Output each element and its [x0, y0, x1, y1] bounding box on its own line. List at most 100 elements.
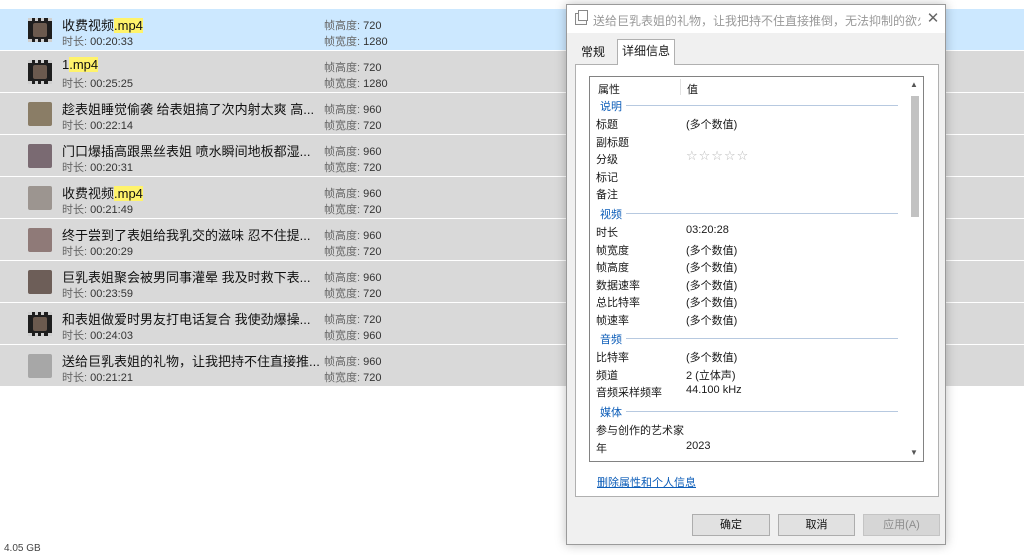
- scroll-down-icon[interactable]: ▼: [910, 448, 918, 457]
- file-frame-height: 帧高度: 960: [324, 143, 381, 159]
- file-frame-width: 帧宽度: 720: [324, 201, 381, 217]
- video-file-icon: [28, 18, 52, 42]
- prop-length-value: 03:20:28: [686, 224, 729, 236]
- file-duration-value: 00:24:03: [90, 330, 133, 342]
- file-frame-height-label: 帧高度:: [324, 188, 361, 200]
- file-frame-width-value: 720: [363, 246, 382, 258]
- file-duration-value: 00:20:31: [90, 162, 133, 174]
- file-frame-height: 帧高度: 960: [324, 269, 381, 285]
- prop-tags: 标记: [596, 172, 618, 184]
- file-name-text: 终于尝到了表姐给我乳交的滋味 忍不住提...: [62, 228, 311, 243]
- prop-contributing-artists: 参与创作的艺术家: [596, 425, 684, 437]
- file-frame-height: 帧高度: 720: [324, 311, 381, 327]
- tab-general[interactable]: 常规: [575, 42, 611, 64]
- file-frame-width: 帧宽度: 1280: [324, 75, 388, 91]
- prop-data-rate-value: (多个数值): [686, 280, 738, 292]
- cancel-button[interactable]: 取消: [778, 514, 855, 536]
- file-name-text: 和表姐做爱时男友打电话复合 我使劲爆操...: [62, 312, 311, 327]
- status-total-size: 4.05 GB: [4, 543, 41, 554]
- file-frame-width-label: 帧宽度:: [324, 372, 361, 384]
- file-frame-height-value: 960: [363, 272, 382, 284]
- file-frame-width-value: 720: [363, 288, 382, 300]
- rating-stars[interactable]: ☆☆☆☆☆: [686, 148, 749, 164]
- column-property[interactable]: 属性: [598, 81, 620, 97]
- prop-comments: 备注: [596, 189, 618, 201]
- file-duration-label: 时长:: [62, 204, 88, 216]
- file-frame-width-label: 帧宽度:: [324, 162, 361, 174]
- details-panel: 属性 值 ▲ ▼ 说明 标题 (多个数值) 副标题 分级 ☆☆☆☆☆ 标记 备注…: [575, 64, 939, 497]
- file-duration-label: 时长:: [62, 78, 88, 90]
- prop-rating: 分级: [596, 154, 618, 166]
- file-frame-height-value: 720: [363, 62, 382, 74]
- file-frame-width-value: 720: [363, 120, 382, 132]
- column-value[interactable]: 值: [687, 81, 698, 97]
- prop-length: 时长: [596, 227, 618, 239]
- file-name: 送给巨乳表姐的礼物，让我把持不住直接推...: [62, 351, 320, 370]
- file-frame-width: 帧宽度: 720: [324, 369, 381, 385]
- prop-channels-value: 2 (立体声): [686, 370, 736, 382]
- file-name-text: 趁表姐睡觉偷袭 给表姐搞了次内射太爽 高...: [62, 102, 315, 117]
- prop-sample-rate-value: 44.100 kHz: [686, 384, 742, 396]
- file-frame-width: 帧宽度: 1280: [324, 33, 388, 49]
- file-frame-height-value: 960: [363, 188, 382, 200]
- file-duration-value: 00:20:33: [90, 36, 133, 48]
- search-highlight: .mp4: [114, 186, 143, 201]
- copy-icon: [575, 10, 588, 25]
- prop-frame-rate: 帧速率: [596, 315, 629, 327]
- file-duration-label: 时长:: [62, 246, 88, 258]
- file-duration: 时长: 00:22:14: [62, 117, 133, 133]
- file-duration: 时长: 00:21:49: [62, 201, 133, 217]
- file-frame-height: 帧高度: 960: [324, 185, 381, 201]
- group-divider: [626, 338, 898, 339]
- file-duration-value: 00:23:59: [90, 288, 133, 300]
- video-thumbnail: [28, 354, 52, 378]
- file-duration: 时长: 00:20:31: [62, 159, 133, 175]
- scroll-up-icon[interactable]: ▲: [910, 80, 918, 89]
- file-duration-label: 时长:: [62, 372, 88, 384]
- scrollbar-thumb[interactable]: [911, 96, 919, 217]
- file-duration-label: 时长:: [62, 288, 88, 300]
- column-header: 属性 值: [590, 77, 923, 97]
- search-highlight: .mp4: [114, 18, 143, 33]
- file-frame-height: 帧高度: 720: [324, 17, 381, 33]
- file-frame-width: 帧宽度: 960: [324, 327, 381, 343]
- file-duration-value: 00:20:29: [90, 246, 133, 258]
- group-divider: [626, 411, 898, 412]
- file-frame-height: 帧高度: 960: [324, 353, 381, 369]
- group-divider: [626, 213, 898, 214]
- prop-frame-height-value: (多个数值): [686, 262, 738, 274]
- file-name: 终于尝到了表姐给我乳交的滋味 忍不住提...: [62, 225, 310, 244]
- file-frame-height-label: 帧高度:: [324, 272, 361, 284]
- video-thumbnail: [28, 228, 52, 252]
- remove-properties-link[interactable]: 删除属性和个人信息: [597, 474, 696, 490]
- file-name-text: 收费视频: [62, 186, 115, 201]
- tab-details[interactable]: 详细信息: [617, 39, 675, 65]
- close-button[interactable]: ✕: [923, 9, 943, 29]
- group-description: 说明: [600, 101, 622, 113]
- prop-data-rate: 数据速率: [596, 280, 640, 292]
- file-frame-height-value: 960: [363, 230, 382, 242]
- file-frame-height-label: 帧高度:: [324, 62, 361, 74]
- file-frame-width: 帧宽度: 720: [324, 285, 381, 301]
- file-frame-width-label: 帧宽度:: [324, 330, 361, 342]
- file-name: 收费视频.mp4: [62, 15, 143, 34]
- prop-year-value[interactable]: 2023: [686, 440, 710, 452]
- prop-frame-width-value: (多个数值): [686, 245, 738, 257]
- property-list[interactable]: 属性 值 ▲ ▼ 说明 标题 (多个数值) 副标题 分级 ☆☆☆☆☆ 标记 备注…: [589, 76, 924, 462]
- file-duration-value: 00:25:25: [90, 78, 133, 90]
- column-divider[interactable]: [680, 79, 681, 95]
- file-frame-width-value: 720: [363, 204, 382, 216]
- file-frame-width-value: 720: [363, 372, 382, 384]
- apply-button[interactable]: 应用(A): [863, 514, 940, 536]
- file-name-text: 巨乳表姐聚会被男同事灌晕 我及时救下表...: [62, 270, 311, 285]
- file-duration: 时长: 00:20:33: [62, 33, 133, 49]
- prop-title-value[interactable]: (多个数值): [686, 116, 737, 132]
- video-thumbnail: [28, 144, 52, 168]
- ok-button[interactable]: 确定: [692, 514, 770, 536]
- file-frame-height-value: 720: [363, 20, 382, 32]
- dialog-title-bar[interactable]: 送给巨乳表姐的礼物，让我把持不住直接推倒，无法抑制的欲火！！... ✕: [567, 5, 945, 33]
- file-duration-label: 时长:: [62, 120, 88, 132]
- video-file-icon: [28, 312, 52, 336]
- file-duration: 时长: 00:24:03: [62, 327, 133, 343]
- video-frame: [33, 317, 47, 331]
